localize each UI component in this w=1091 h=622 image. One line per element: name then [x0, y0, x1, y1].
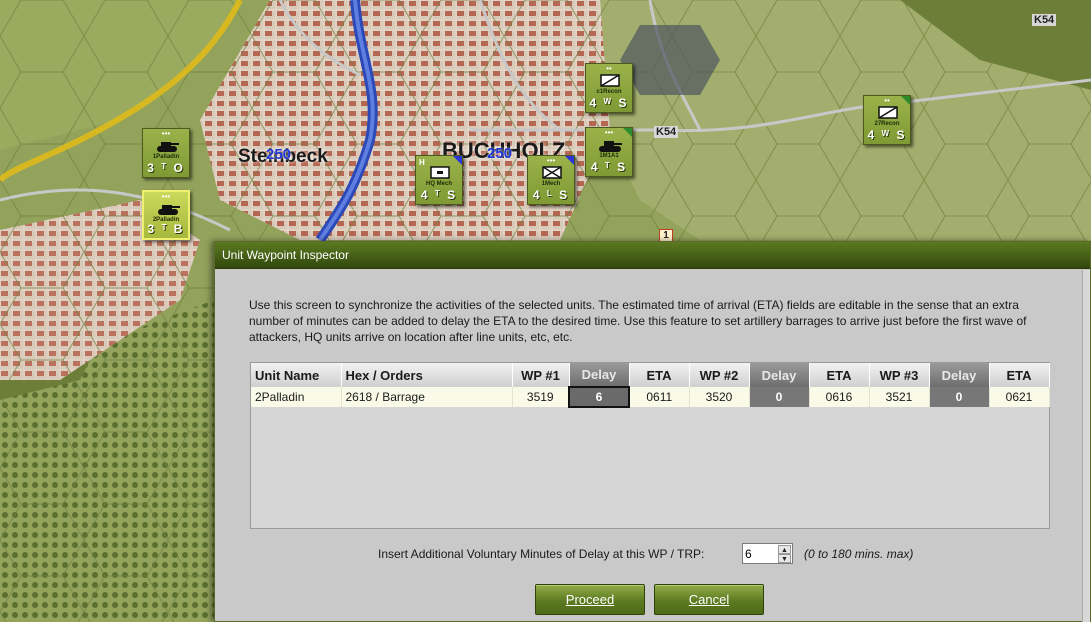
column-header-unit-name[interactable]: Unit Name — [251, 363, 342, 387]
unit-values: 4 T S — [590, 160, 628, 174]
unit-values: 4 W S — [589, 96, 629, 110]
delay-range-hint: (0 to 180 mins. max) — [804, 547, 914, 561]
elevation-label-left: 250 — [266, 146, 292, 163]
road-label-k54-top: K54 — [1032, 14, 1057, 26]
unit-size-dots: ••• — [546, 156, 556, 165]
artillery-icon — [157, 142, 179, 152]
cell-wp1[interactable]: 3519 — [512, 387, 570, 407]
column-header-delay1[interactable]: Delay — [569, 363, 630, 387]
column-header-wp3[interactable]: WP #3 — [869, 363, 930, 387]
mech-infantry-icon — [542, 166, 562, 179]
spin-down-icon[interactable]: ▼ — [778, 554, 791, 563]
proceed-button[interactable]: Proceed — [535, 584, 645, 615]
cell-eta2[interactable]: 0616 — [809, 387, 870, 407]
cell-delay2[interactable]: 0 — [749, 387, 810, 407]
unit-name: HQ Mech — [425, 181, 452, 187]
recon-icon — [600, 74, 620, 87]
column-header-hex-orders[interactable]: Hex / Orders — [341, 363, 513, 387]
column-header-wp1[interactable]: WP #1 — [512, 363, 570, 387]
cell-unit-name[interactable]: 2Palladin — [251, 387, 342, 407]
unit-counter-1m1a1[interactable]: ••• 1M1A1 4 T S — [585, 127, 633, 177]
unit-counter-27recon[interactable]: •• 27Recon 4 W S — [863, 95, 911, 145]
unit-name: 1M1A1 — [599, 153, 619, 159]
delay-label: Insert Additional Voluntary Minutes of D… — [378, 547, 705, 561]
unit-counter-1palladin[interactable]: ••• 1Palladin 3 T O — [142, 128, 190, 178]
road-label-k54-mid: K54 — [654, 126, 679, 138]
cell-wp3[interactable]: 3521 — [869, 387, 930, 407]
recon-icon — [878, 106, 898, 119]
column-header-wp2[interactable]: WP #2 — [689, 363, 750, 387]
unit-values: 4 T S — [420, 188, 458, 202]
table-header-row: Unit Name Hex / Orders WP #1 Delay ETA W… — [251, 363, 1050, 387]
cell-wp2[interactable]: 3520 — [689, 387, 750, 407]
unit-counter-hq-mech[interactable]: H HQ Mech 4 T S — [415, 155, 463, 205]
unit-size-dots: •• — [606, 64, 612, 73]
artillery-icon — [158, 205, 180, 215]
dialog-description: Use this screen to synchronize the activ… — [249, 298, 1027, 344]
table-row[interactable]: 2Palladin 2618 / Barrage 3519 6 0611 352… — [251, 386, 1050, 408]
unit-size-dots: ••• — [161, 192, 171, 201]
cell-hex-orders[interactable]: 2618 / Barrage — [341, 387, 513, 407]
delay-input-field[interactable] — [745, 546, 775, 562]
elevation-label-center: 250 — [487, 145, 513, 162]
unit-values: 3 T O — [147, 161, 185, 175]
waypoint-inspector-dialog: Unit Waypoint Inspector Use this screen … — [214, 241, 1091, 622]
cell-delay1[interactable]: 6 — [568, 386, 630, 408]
unit-size-dots: ••• — [161, 129, 171, 138]
headquarters-icon — [430, 166, 450, 179]
unit-name: c1Recon — [596, 89, 622, 95]
dialog-title[interactable]: Unit Waypoint Inspector — [215, 242, 1090, 269]
unit-size-dots: ••• — [604, 128, 614, 137]
column-header-delay3[interactable]: Delay — [929, 363, 990, 387]
column-header-eta3[interactable]: ETA — [989, 363, 1050, 387]
hq-marker: H — [419, 158, 425, 167]
delay-stepper[interactable]: ▲ ▼ — [742, 543, 793, 564]
column-header-eta2[interactable]: ETA — [809, 363, 870, 387]
unit-counter-1mech[interactable]: ••• 1Mech 4 L S — [527, 155, 575, 205]
unit-values: 4 L S — [532, 188, 570, 202]
column-header-eta1[interactable]: ETA — [629, 363, 690, 387]
cell-eta3[interactable]: 0621 — [989, 387, 1050, 407]
column-header-delay2[interactable]: Delay — [749, 363, 810, 387]
unit-values: 4 W S — [867, 128, 907, 142]
tank-icon — [599, 141, 622, 152]
unit-counter-c1recon[interactable]: •• c1Recon 4 W S — [585, 63, 633, 113]
cell-eta1[interactable]: 0611 — [629, 387, 690, 407]
waypoint-table: Unit Name Hex / Orders WP #1 Delay ETA W… — [250, 362, 1050, 529]
cancel-button[interactable]: Cancel — [654, 584, 764, 615]
unit-name: 1Mech — [541, 181, 561, 187]
unit-size-dots: •• — [884, 96, 890, 105]
dialog-scrollbar[interactable] — [1082, 270, 1090, 622]
unit-counter-2palladin[interactable]: ••• 2Palladin 3 T B — [142, 190, 190, 240]
unit-name: 27Recon — [874, 121, 900, 127]
unit-values: 3 T B — [147, 222, 185, 236]
unit-name: 1Palladin — [152, 154, 180, 160]
spin-up-icon[interactable]: ▲ — [778, 545, 791, 554]
cell-delay3[interactable]: 0 — [929, 387, 990, 407]
unit-flag — [453, 156, 462, 165]
